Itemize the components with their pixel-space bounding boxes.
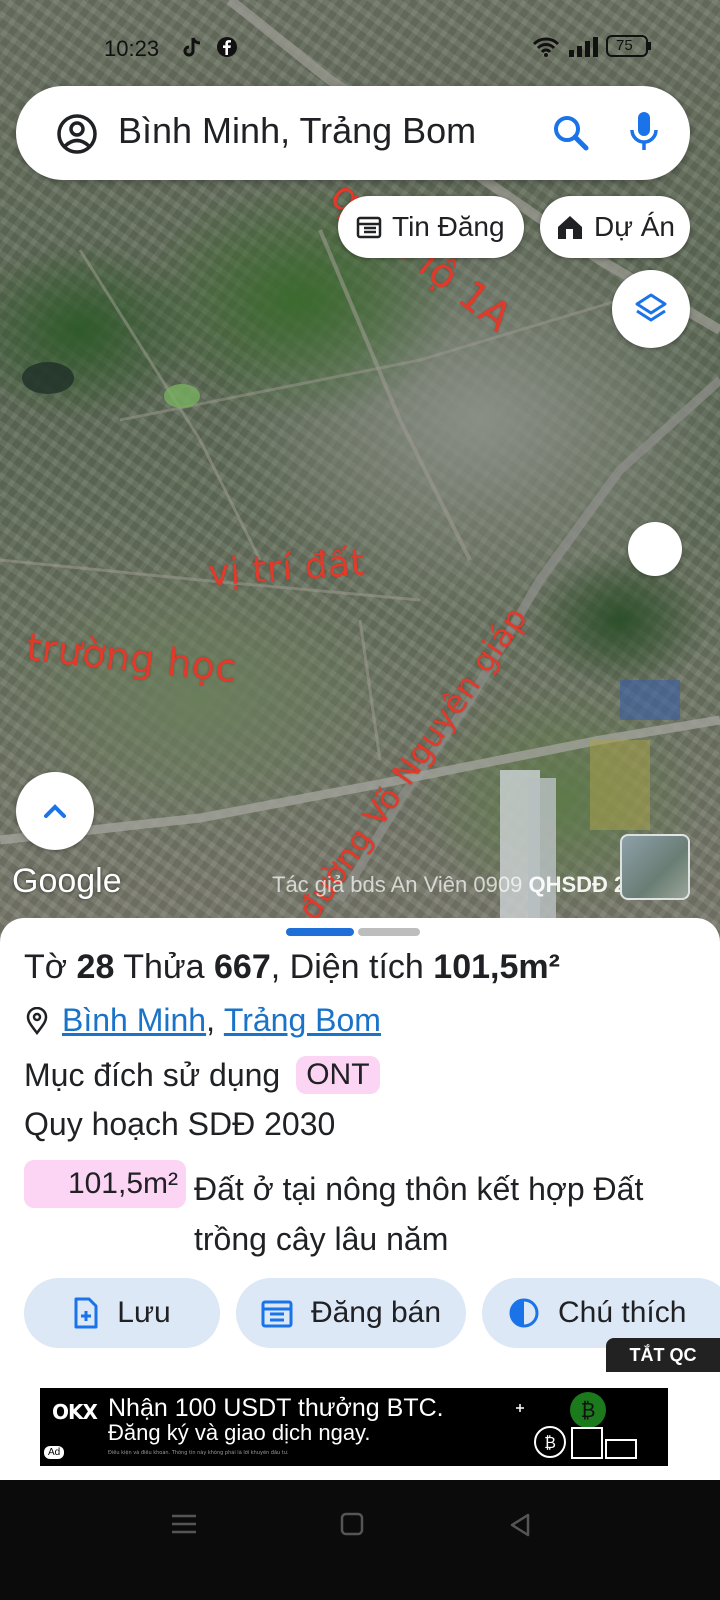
map-side-handle[interactable] (628, 522, 682, 576)
plot-number: 667 (214, 948, 271, 986)
microphone-icon[interactable] (628, 110, 660, 158)
land-purpose-row: Mục đích sử dụng ONT (24, 1056, 380, 1094)
calendar-icon (261, 1300, 293, 1328)
search-icon[interactable] (552, 114, 590, 156)
post-sale-button[interactable]: Đăng bán (236, 1278, 466, 1348)
save-file-icon (74, 1297, 98, 1329)
chevron-up-icon (44, 804, 66, 818)
plan-title: Quy hoạch SDĐ 2030 (24, 1106, 336, 1142)
layers-icon (635, 293, 667, 322)
parcel-title: Tờ 28 Thửa 667, Diện tích 101,5m² (24, 948, 560, 986)
account-icon[interactable] (56, 113, 98, 159)
signal-icon (568, 36, 600, 62)
facebook-icon (216, 36, 238, 62)
projects-chip[interactable]: Dự Án (540, 196, 690, 258)
plot-label: Thửa (123, 948, 205, 986)
status-time: 10:23 (104, 36, 160, 61)
recent-apps-button[interactable] (170, 1512, 198, 1540)
area-label: Diện tích (289, 948, 424, 986)
location-pin-icon (26, 1006, 48, 1035)
ad-headline: Nhận 100 USDT thưởng BTC. (108, 1394, 444, 1422)
tiktok-icon (182, 36, 202, 64)
area-value: 101,5m² (433, 948, 560, 986)
listings-chip-label: Tin Đăng (392, 211, 505, 242)
search-query[interactable]: Bình Minh, Trảng Bom (118, 110, 476, 152)
plan-description: Đất ở tại nông thôn kết hợp Đất trồng câ… (194, 1171, 644, 1257)
close-ad-button[interactable]: TẮT QC (606, 1338, 720, 1372)
status-bar: 10:23 75 (0, 30, 720, 66)
plan-thumbnail[interactable] (620, 834, 690, 900)
listings-icon (356, 214, 382, 240)
home-square-icon (340, 1512, 364, 1536)
ward-link[interactable]: Bình Minh (62, 1002, 206, 1039)
legend-label: Chú thích (558, 1296, 687, 1329)
home-button[interactable] (340, 1512, 364, 1540)
parcel-location: Bình Minh, Trảng Bom (24, 1002, 381, 1039)
satellite-map[interactable]: quốc lộ 1A vị trí đất trường học đường V… (0, 0, 720, 940)
expand-sheet-button[interactable] (16, 772, 94, 850)
ad-brand-logo: OKX (52, 1400, 98, 1424)
post-sale-label: Đăng bán (310, 1296, 442, 1329)
purpose-code-badge: ONT (296, 1056, 380, 1094)
contrast-icon (509, 1298, 539, 1328)
bitcoin-gift-graphic: ₿ ₿ (516, 1392, 637, 1459)
layers-button[interactable] (612, 270, 690, 348)
menu-icon (172, 1514, 196, 1534)
save-button[interactable]: Lưu (24, 1278, 220, 1348)
sheet-page-indicator-active[interactable] (286, 928, 354, 936)
sheet-label: Tờ (24, 948, 68, 986)
google-logo: Google (12, 862, 122, 900)
svg-text:₿: ₿ (544, 1433, 556, 1452)
system-navigation-bar (0, 1480, 720, 1600)
battery-icon: 75 (606, 34, 652, 62)
watermark-author: Tác giả bds An Viên 0909 (272, 872, 523, 897)
projects-chip-label: Dự Án (594, 211, 675, 242)
svg-text:₿: ₿ (581, 1398, 596, 1422)
listings-chip[interactable]: Tin Đăng (338, 196, 524, 258)
save-button-label: Lưu (117, 1296, 171, 1329)
projects-icon (556, 213, 586, 241)
ad-fine-print: Điều kiện và điều khoản. Thông tin này k… (108, 1450, 289, 1456)
ad-banner[interactable]: OKX Nhận 100 USDT thưởng BTC. Đăng ký và… (40, 1388, 668, 1466)
search-bar[interactable]: Bình Minh, Trảng Bom (16, 86, 690, 180)
parcel-info-sheet: Tờ 28 Thửa 667, Diện tích 101,5m² Bình M… (0, 918, 720, 1480)
ad-subline: Đăng ký và giao dịch ngay. (108, 1420, 371, 1445)
back-button[interactable] (508, 1512, 532, 1542)
wifi-icon (532, 36, 560, 62)
sheet-number: 28 (76, 948, 115, 986)
ad-choices-tag[interactable]: Ad (44, 1446, 65, 1459)
plan-area-badge: 101,5m² (24, 1160, 186, 1208)
map-watermark: Tác giả bds An Viên 0909 QHSDĐ 2030 (272, 872, 663, 898)
sheet-page-indicator[interactable] (358, 928, 420, 936)
battery-level: 75 (616, 37, 633, 54)
district-link[interactable]: Trảng Bom (224, 1002, 381, 1039)
back-triangle-icon (510, 1513, 530, 1537)
purpose-label: Mục đích sử dụng (24, 1056, 281, 1093)
